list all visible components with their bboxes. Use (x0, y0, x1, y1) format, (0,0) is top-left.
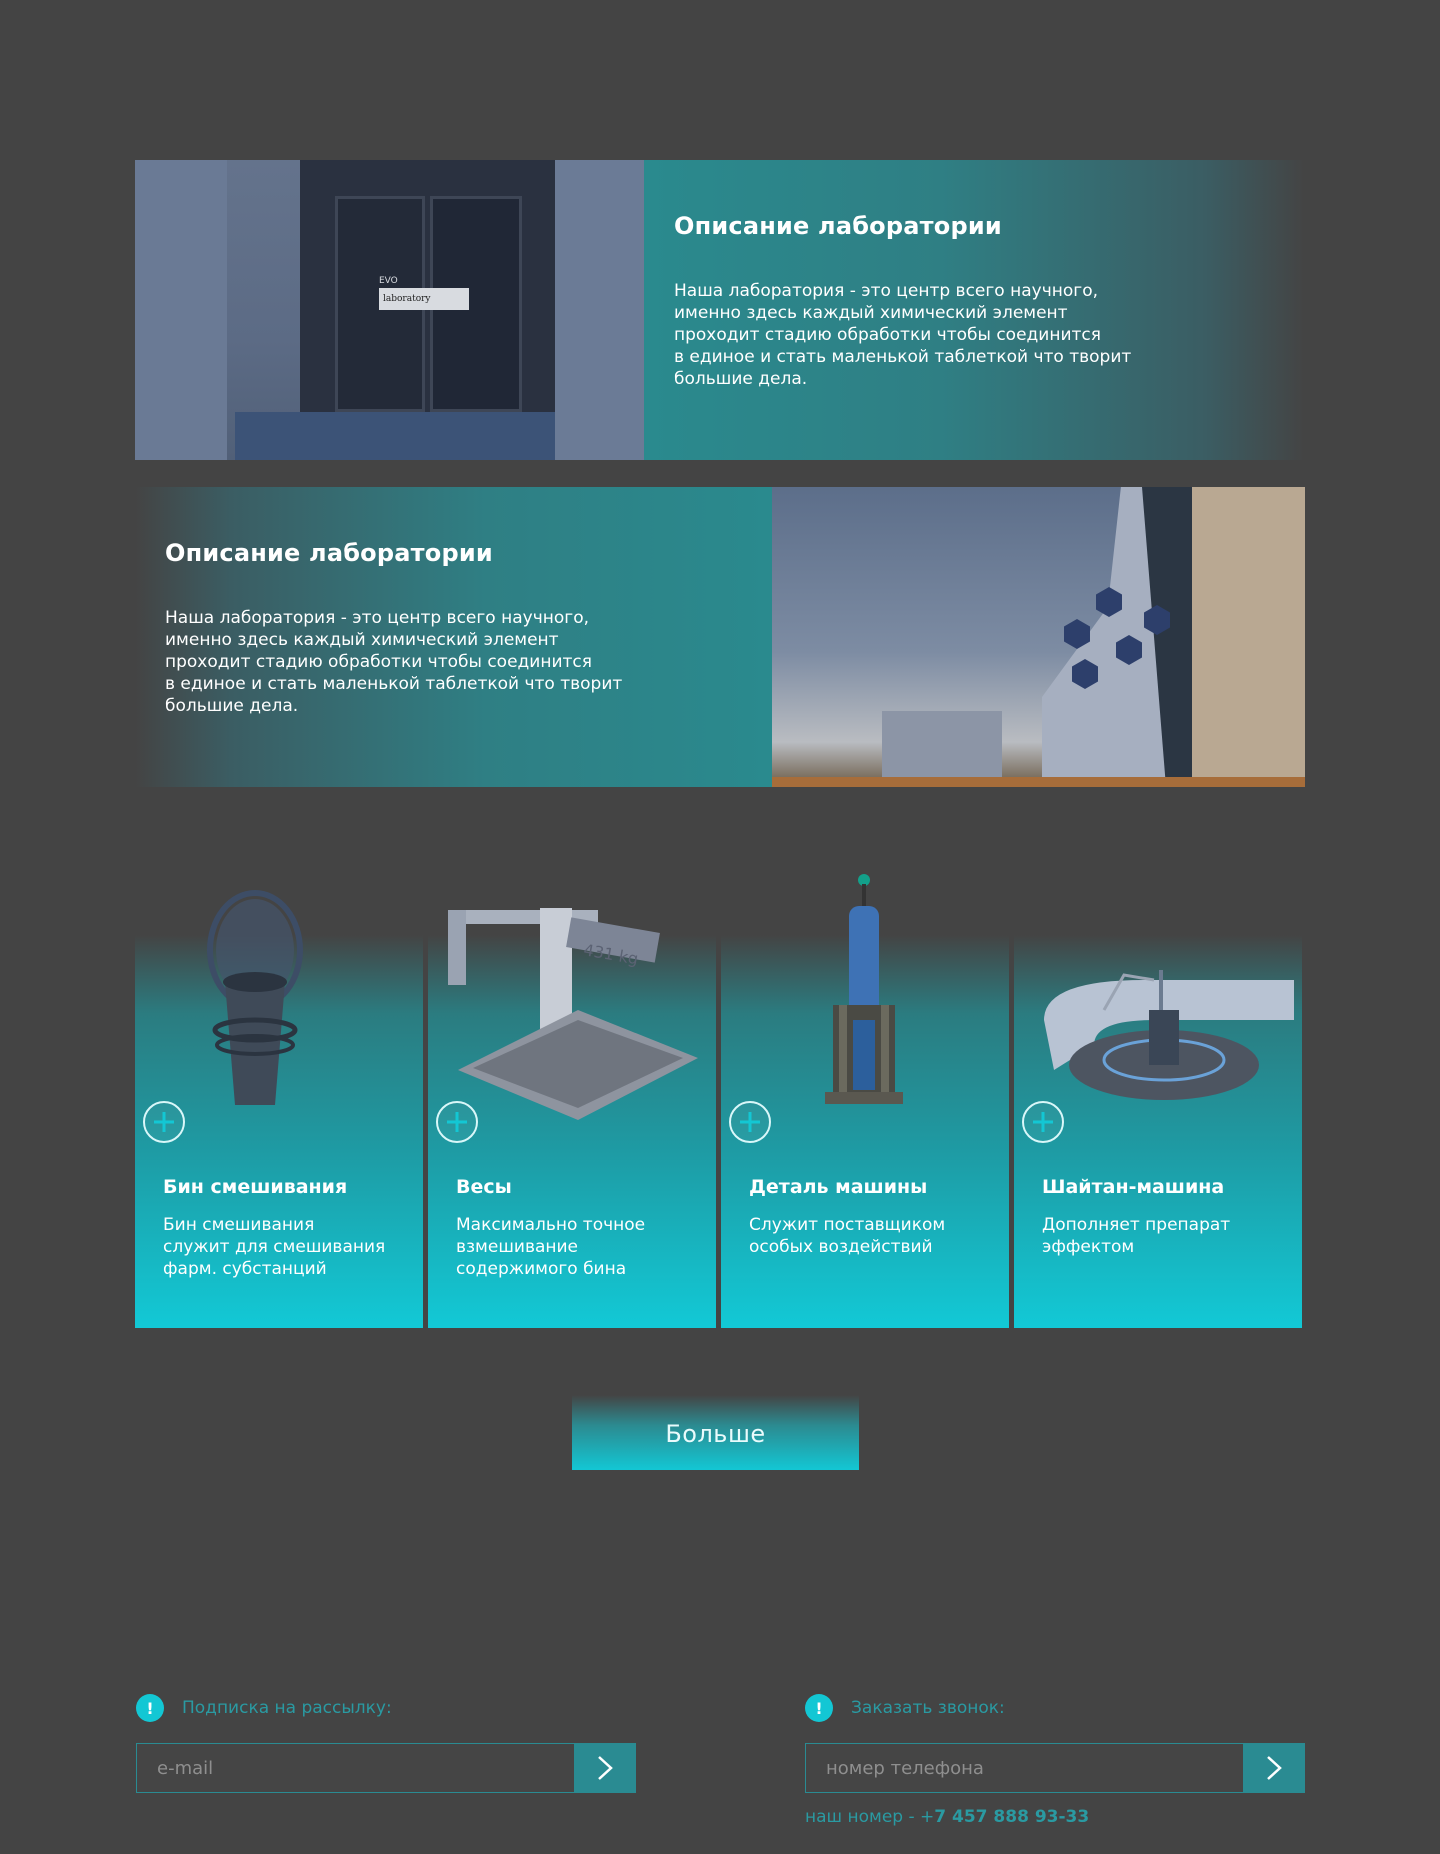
callback-submit-button[interactable] (1243, 1743, 1305, 1793)
lab-description-panel: Описание лаборатории Наша лаборатория - … (644, 160, 1305, 460)
scales-icon: 431 kg (448, 908, 698, 1120)
alert-icon: ! (136, 1694, 164, 1722)
card-expand-button[interactable] (436, 1101, 478, 1143)
lab-title: Описание лаборатории (674, 212, 1002, 240)
card-title: Деталь машины (749, 1176, 928, 1198)
subscribe-form: ! Подписка на рассылку: (136, 1693, 636, 1793)
lab-title: Описание лаборатории (165, 539, 493, 567)
subscribe-submit-button[interactable] (574, 1743, 636, 1793)
card-machine-part[interactable]: Деталь машины Служит поставщиком особых … (721, 870, 1009, 1328)
phone-note-prefix: наш номер - + (805, 1807, 935, 1827)
card-description: Бин смешивания служит для смешивания фар… (163, 1215, 386, 1279)
card-expand-button[interactable] (729, 1101, 771, 1143)
callback-label: Заказать звонок: (851, 1698, 1005, 1718)
plus-icon (154, 1112, 174, 1132)
chevron-right-icon (598, 1756, 613, 1780)
card-scales[interactable]: 431 kg Весы Максимально точное взмешиван… (428, 870, 716, 1328)
plus-icon (1033, 1112, 1053, 1132)
card-title: Шайтан-машина (1042, 1176, 1225, 1198)
lab-description-panel: Описание лаборатории Наша лаборатория - … (135, 487, 772, 787)
lab-door-image: EVO laboratory (135, 160, 644, 460)
card-expand-button[interactable] (143, 1101, 185, 1143)
lab-description-block-2: Описание лаборатории Наша лаборатория - … (135, 487, 1305, 787)
lab-text: Наша лаборатория - это центр всего научн… (674, 281, 1132, 389)
card-shaitan-machine[interactable]: Шайтан-машина Дополняет препарат эффекто… (1014, 870, 1302, 1328)
subscribe-label: Подписка на рассылку: (182, 1698, 392, 1718)
card-title: Бин смешивания (163, 1176, 348, 1198)
machine-part-icon (825, 874, 903, 1104)
card-description: Максимально точное взмешивание содержимо… (456, 1215, 646, 1279)
plus-icon (447, 1112, 467, 1132)
door-sign-top: EVO (379, 276, 398, 286)
alert-icon: ! (805, 1694, 833, 1722)
more-button[interactable]: Больше (572, 1395, 859, 1470)
equipment-cards: Бин смешивания Бин смешивания служит для… (135, 870, 1305, 1328)
lab-building-image (772, 487, 1305, 787)
card-expand-button[interactable] (1022, 1101, 1064, 1143)
card-mixing-bin[interactable]: Бин смешивания Бин смешивания служит для… (135, 870, 423, 1328)
subscribe-header: ! Подписка на рассылку: (136, 1693, 636, 1723)
plus-icon (740, 1112, 760, 1132)
card-title: Весы (456, 1176, 512, 1198)
card-description: Дополняет препарат эффектом (1042, 1215, 1231, 1257)
phone-input[interactable] (805, 1743, 1243, 1793)
card-description: Служит поставщиком особых воздействий (749, 1215, 946, 1257)
door-sign: laboratory (379, 288, 469, 310)
phone-note: наш номер - +7 457 888 93-33 (805, 1807, 1305, 1827)
lab-text: Наша лаборатория - это центр всего научн… (165, 608, 623, 716)
callback-header: ! Заказать звонок: (805, 1693, 1305, 1723)
shaitan-machine-icon (1044, 970, 1294, 1100)
chevron-right-icon (1267, 1756, 1282, 1780)
lab-description-block-1: EVO laboratory Описание лаборатории Наша… (135, 160, 1305, 460)
email-input[interactable] (136, 1743, 574, 1793)
phone-number[interactable]: 7 457 888 93-33 (934, 1807, 1089, 1827)
callback-form: ! Заказать звонок: наш номер - +7 457 88… (805, 1693, 1305, 1827)
mixing-bin-icon (207, 890, 303, 1105)
